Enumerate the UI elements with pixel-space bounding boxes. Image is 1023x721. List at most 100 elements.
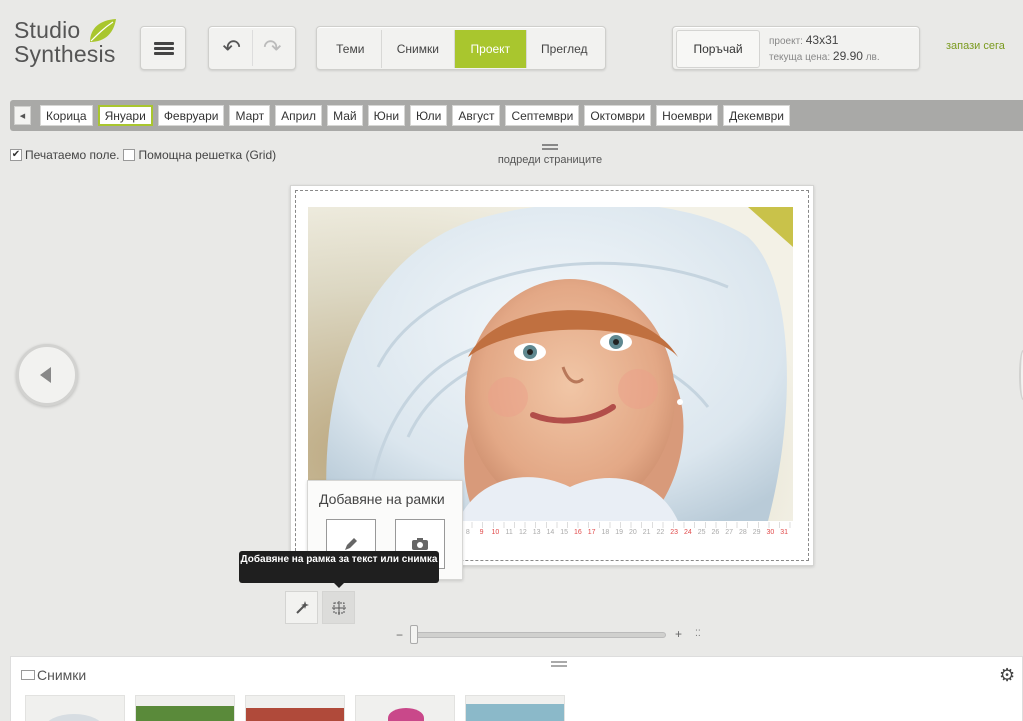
arrange-pages-label: подреди страниците: [497, 154, 603, 166]
photos-panel-label: Снимки: [37, 667, 87, 683]
calendar-day: 28: [738, 529, 747, 536]
main-tabs: Теми Снимки Проект Преглед: [316, 26, 606, 70]
leaf-icon: [90, 19, 116, 42]
photo-thumbnail[interactable]: [245, 695, 345, 721]
month-tab-september[interactable]: Септември: [505, 105, 580, 126]
panel-resize-handle[interactable]: [551, 661, 567, 667]
tab-themes[interactable]: Теми: [320, 30, 382, 68]
zoom-slider-handle[interactable]: [410, 625, 418, 644]
redo-button[interactable]: ↷: [251, 30, 293, 66]
calendar-day: 10: [491, 529, 500, 536]
calendar-day: 22: [656, 529, 665, 536]
months-scroll-left-button[interactable]: ◀: [14, 106, 31, 125]
calendar-day: 26: [711, 529, 720, 536]
calendar-day: 15: [560, 529, 569, 536]
calendar-day: 17: [587, 529, 596, 536]
tab-photos[interactable]: Снимки: [382, 30, 456, 68]
history-controls: ↶ ↷: [208, 26, 296, 70]
tab-preview[interactable]: Преглед: [527, 30, 602, 68]
calendar-day: 14: [546, 529, 555, 536]
project-label: проект:: [769, 36, 803, 47]
grid-label: Помощна решетка (Grid): [138, 148, 277, 162]
calendar-day: 23: [670, 529, 679, 536]
month-tab-cover[interactable]: Корица: [40, 105, 93, 126]
calendar-day: 9: [479, 529, 484, 536]
printable-area-checkbox[interactable]: ✔: [10, 149, 22, 161]
calendar-day: 31: [780, 529, 789, 536]
zoom-fit-icon[interactable]: ⁚⁚: [695, 628, 701, 639]
order-panel: Поръчай проект: 43x31 текуща цена: 29.90…: [672, 26, 920, 70]
gear-icon[interactable]: ⚙: [999, 665, 1015, 686]
month-tab-june[interactable]: Юни: [367, 105, 406, 126]
project-size: 43x31: [805, 33, 839, 47]
zoom-out-button[interactable]: −: [396, 628, 403, 642]
month-tab-august[interactable]: Август: [452, 105, 501, 126]
calendar-day: 24: [683, 529, 692, 536]
photo-thumbnail[interactable]: [465, 695, 565, 721]
tab-project[interactable]: Проект: [455, 30, 527, 68]
hamburger-icon: [154, 42, 174, 45]
price-value: 29.90: [832, 49, 863, 63]
month-tab-february[interactable]: Февруари: [157, 105, 225, 126]
logo-line-2: Synthesis: [14, 41, 116, 67]
calendar-day: 21: [642, 529, 651, 536]
photos-panel-title: Снимки: [21, 667, 86, 683]
printable-area-label: Печатаемо поле.: [25, 148, 120, 162]
currency: лв.: [865, 52, 880, 63]
calendar-day: 11: [505, 529, 513, 536]
magic-tool-button[interactable]: [285, 591, 318, 624]
previous-page-button[interactable]: [16, 344, 78, 406]
redo-icon: ↷: [263, 35, 282, 60]
calendar-day: 27: [725, 529, 734, 536]
magic-wand-icon: [295, 600, 309, 614]
next-page-button[interactable]: [1019, 350, 1023, 400]
camera-icon: [412, 538, 428, 550]
drag-handle-icon: [542, 144, 558, 150]
calendar-day: 12: [518, 529, 527, 536]
calendar-day: 13: [532, 529, 541, 536]
child-photo-image: [308, 207, 793, 521]
calendar-day: 30: [766, 529, 775, 536]
photo-thumbnail[interactable]: [25, 695, 125, 721]
project-info: проект: 43x31 текуща цена: 29.90 лв.: [769, 33, 880, 65]
image-icon: [21, 670, 35, 680]
undo-button[interactable]: ↶: [212, 30, 252, 66]
add-frame-tool-button[interactable]: [322, 591, 355, 624]
month-tab-april[interactable]: Април: [275, 105, 323, 126]
month-navigation-bar: ◀ Корица Януари Февруари Март Април Май …: [10, 100, 1023, 131]
zoom-slider[interactable]: [411, 632, 666, 638]
calendar-days-row: 8 9 10 11 12 13 14 15 16 17 18 19 20 21 22 23 24 25 26 27 28…: [461, 529, 791, 541]
save-now-link[interactable]: запази сега: [946, 40, 1005, 52]
calendar-tick-row: [461, 522, 791, 528]
month-tab-march[interactable]: Март: [229, 105, 271, 126]
photo-thumbnail[interactable]: [355, 695, 455, 721]
month-tab-january[interactable]: Януари: [97, 105, 153, 126]
calendar-day: 20: [628, 529, 637, 536]
month-tab-december[interactable]: Декември: [723, 105, 790, 126]
grid-frame-icon: [331, 600, 346, 615]
calendar-day: 18: [601, 529, 610, 536]
photos-panel: Снимки ⚙: [10, 656, 1023, 721]
photo-thumbnail[interactable]: [135, 695, 235, 721]
page-photo[interactable]: [308, 207, 793, 521]
arrange-pages-control[interactable]: подреди страниците: [470, 144, 630, 166]
month-tab-november[interactable]: Ноември: [656, 105, 719, 126]
triangle-left-icon: ◀: [19, 112, 26, 120]
main-menu-button[interactable]: [140, 26, 186, 70]
pencil-icon: [345, 538, 357, 550]
order-button[interactable]: Поръчай: [676, 30, 760, 68]
add-frames-title: Добавяне на рамки: [319, 491, 445, 507]
logo-line-1: Studio: [14, 17, 81, 43]
month-tab-may[interactable]: Май: [327, 105, 363, 126]
month-tab-july[interactable]: Юли: [410, 105, 448, 126]
calendar-day: 25: [697, 529, 706, 536]
grid-checkbox[interactable]: [123, 149, 136, 161]
calendar-day: 19: [615, 529, 624, 536]
studio-synthesis-logo: Studio Synthesis: [14, 18, 124, 70]
calendar-day: 8: [465, 529, 470, 536]
page-options: ✔ Печатаемо поле. Помощна решетка (Grid): [10, 148, 280, 162]
zoom-in-button[interactable]: +: [675, 627, 682, 641]
calendar-day: 29: [752, 529, 761, 536]
price-label: текуща цена:: [769, 52, 831, 63]
month-tab-october[interactable]: Октомври: [584, 105, 652, 126]
